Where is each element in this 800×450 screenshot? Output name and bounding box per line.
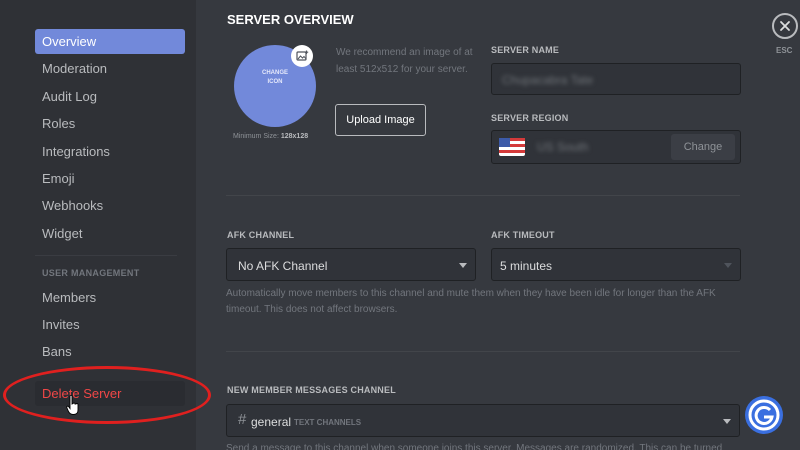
sidebar-item-moderation[interactable]: Moderation	[35, 56, 185, 81]
close-icon	[780, 21, 790, 31]
server-region-label: SERVER REGION	[491, 113, 569, 123]
afk-timeout-select[interactable]: 5 minutes	[491, 248, 741, 281]
sidebar-item-webhooks[interactable]: Webhooks	[35, 193, 185, 218]
afk-timeout-label: AFK TIMEOUT	[491, 230, 555, 240]
chevron-down-icon	[459, 263, 467, 268]
sidebar-item-emoji[interactable]: Emoji	[35, 166, 185, 191]
sidebar-divider	[35, 255, 177, 256]
sidebar-item-integrations[interactable]: Integrations	[35, 139, 185, 164]
sidebar-item-roles[interactable]: Roles	[35, 111, 185, 136]
annotation-circle	[3, 366, 211, 424]
afk-timeout-value: 5 minutes	[500, 259, 553, 273]
new-member-channel-value: general	[251, 415, 292, 429]
server-icon-text: CHANGE ICON	[261, 70, 288, 85]
new-member-channel-select[interactable]: general TEXT CHANNELS	[226, 404, 740, 437]
change-region-button[interactable]: Change	[671, 134, 735, 160]
gp-logo-icon	[745, 396, 783, 434]
new-member-channel-label: NEW MEMBER MESSAGES CHANNEL	[227, 385, 396, 395]
sidebar-item-invites[interactable]: Invites	[35, 312, 185, 337]
image-upload-icon[interactable]	[291, 45, 313, 67]
afk-channel-value: No AFK Channel	[238, 259, 328, 273]
page-title: SERVER OVERVIEW	[227, 12, 354, 27]
sidebar-item-audit-log[interactable]: Audit Log	[35, 84, 185, 109]
afk-description: Automatically move members to this chann…	[226, 288, 716, 315]
sidebar-item-members[interactable]: Members	[35, 285, 185, 310]
section-divider	[226, 195, 740, 196]
server-region-value: US South	[537, 140, 589, 154]
afk-channel-select[interactable]: No AFK Channel	[226, 248, 476, 281]
section-divider	[226, 351, 740, 352]
recommend-text: We recommend an image of at least 512x51…	[336, 47, 473, 75]
main-content: SERVER OVERVIEW CHANGE ICON Minimum Size:…	[196, 0, 800, 450]
afk-channel-label: AFK CHANNEL	[227, 230, 295, 240]
chevron-down-icon	[724, 263, 732, 268]
channel-hint: TEXT CHANNELS	[294, 418, 362, 427]
esc-label: ESC	[776, 46, 793, 55]
hand-cursor-icon	[66, 395, 79, 415]
server-name-value: Chupacabra Tate	[502, 73, 594, 87]
sidebar-item-bans[interactable]: Bans	[35, 339, 185, 364]
us-flag-icon	[499, 138, 525, 156]
server-name-input[interactable]: Chupacabra Tate	[491, 63, 741, 95]
new-member-description: Send a message to this channel when some…	[226, 443, 723, 450]
min-size-hint: Minimum Size: 128x128	[233, 133, 309, 140]
sidebar-item-overview[interactable]: Overview	[35, 29, 185, 54]
user-management-header: USER MANAGEMENT	[42, 268, 140, 278]
server-name-label: SERVER NAME	[491, 45, 560, 55]
sidebar-item-widget[interactable]: Widget	[35, 221, 185, 246]
chevron-down-icon	[723, 419, 731, 424]
close-button[interactable]	[772, 13, 798, 39]
upload-image-button[interactable]: Upload Image	[335, 104, 426, 136]
hash-icon: #	[238, 411, 247, 428]
